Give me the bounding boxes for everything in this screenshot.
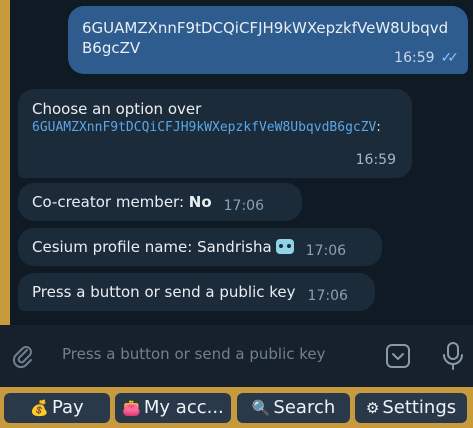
settings-button-label: Settings [382, 397, 457, 418]
double-check-icon: ✓✓ [440, 50, 460, 66]
my-account-button-label: My acc... [143, 397, 224, 418]
message-text: Press a button or send a public key [32, 283, 296, 301]
message-time: 17:06 [223, 198, 264, 214]
message-value: No [188, 193, 212, 211]
message-time: 16:59 [355, 152, 396, 168]
message-text: Choose an option over [32, 100, 202, 118]
message-colon: : [376, 120, 381, 135]
message-time: 17:06 [305, 243, 347, 259]
paperclip-icon[interactable] [10, 343, 36, 369]
incoming-message[interactable]: Press a button or send a public key 17:06 [18, 273, 375, 311]
robot-face-icon [275, 239, 294, 254]
message-input[interactable]: Press a button or send a public key [62, 345, 326, 363]
search-button-label: Search [273, 397, 336, 418]
chat-history[interactable]: 6GUAMZXnnF9tDCQiCFJH9kWXepzkfVeW8UbqvdB6… [10, 0, 473, 325]
money-bag-icon: 💰 [30, 399, 49, 417]
purse-icon: 👛 [122, 399, 141, 417]
pay-button[interactable]: 💰 Pay [4, 393, 110, 423]
bot-reply-keyboard: 💰 Pay 👛 My acc... 🔍 Search ⚙ Settings [0, 387, 473, 428]
settings-button[interactable]: ⚙ Settings [355, 393, 467, 423]
incoming-message[interactable]: Co-creator member: No 17:06 [18, 183, 302, 221]
outgoing-message-time: 16:59 [394, 50, 435, 66]
incoming-message[interactable]: Choose an option over 6GUAMZXnnF9tDCQiCF… [18, 89, 412, 178]
message-text: Co-creator member: [32, 193, 189, 211]
outgoing-message-meta: 16:59 ✓✓ [394, 48, 460, 68]
search-button[interactable]: 🔍 Search [237, 393, 350, 423]
outgoing-message[interactable]: 6GUAMZXnnF9tDCQiCFJH9kWXepzkfVeW8UbqvdB6… [68, 6, 468, 74]
message-composer: Press a button or send a public key [0, 325, 473, 387]
search-icon: 🔍 [251, 399, 271, 417]
my-account-button[interactable]: 👛 My acc... [115, 393, 231, 423]
gear-icon: ⚙ [365, 399, 380, 417]
incoming-message[interactable]: Cesium profile name: Sandrisha 17:06 [18, 228, 382, 266]
message-text: Cesium profile name: Sandrisha [32, 238, 272, 256]
public-key-code-text: 6GUAMZXnnF9tDCQiCFJH9kWXepzkfVeW8UbqvdB6… [32, 120, 377, 135]
bot-keyboard-icon[interactable] [385, 343, 411, 369]
microphone-icon[interactable] [442, 341, 464, 371]
message-time: 17:06 [307, 288, 348, 304]
public-key-code[interactable]: 6GUAMZXnnF9tDCQiCFJH9kWXepzkfVeW8UbqvdB6… [32, 119, 398, 137]
pay-button-label: Pay [51, 397, 84, 418]
